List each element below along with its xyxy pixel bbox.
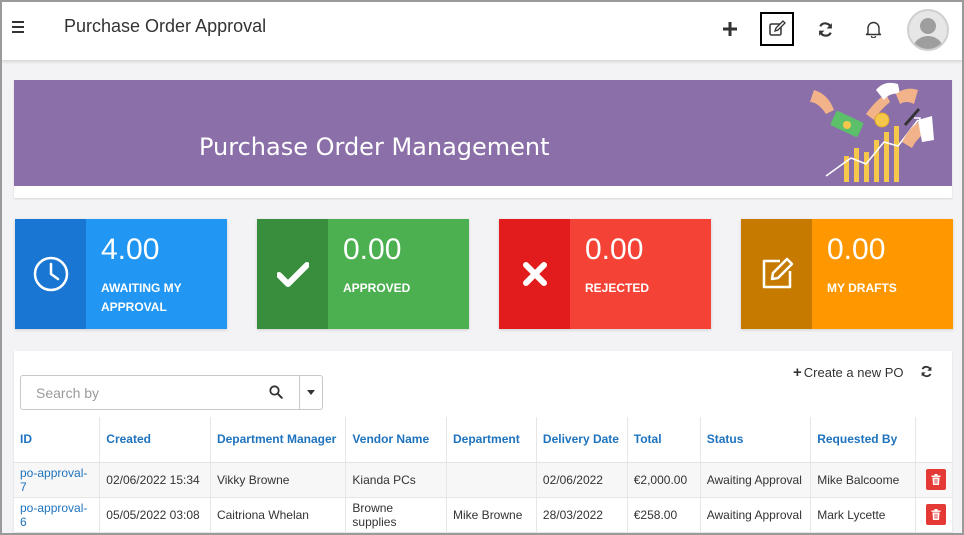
person-icon: [913, 18, 943, 49]
page-title: Purchase Order Approval: [64, 16, 267, 36]
table-row[interactable]: po-approval-6 05/05/2022 03:08 Caitriona…: [14, 497, 952, 533]
banner-card: Purchase Order Management: [14, 80, 952, 198]
stat-body: 4.00 AWAITING MY APPROVAL: [86, 219, 227, 329]
cell-department-manager: Vikky Browne: [210, 462, 347, 498]
cell-requested-by: Mark Lycette: [810, 497, 916, 533]
cell-id[interactable]: po-approval-7: [14, 462, 101, 498]
stat-my-drafts[interactable]: 0.00 MY DRAFTS: [741, 219, 953, 329]
search-filter-dropdown[interactable]: [300, 375, 323, 410]
stat-body: 0.00 MY DRAFTS: [812, 219, 953, 329]
po-table: ID Created Department Manager Vendor Nam…: [14, 417, 952, 533]
refresh-button[interactable]: [808, 12, 842, 46]
trash-icon: [931, 509, 941, 520]
cell-delivery-date: 28/03/2022: [536, 497, 628, 533]
col-header-delivery-date[interactable]: Delivery Date: [536, 417, 628, 463]
stat-icon-bg: [499, 219, 570, 329]
refresh-icon: [818, 21, 832, 37]
cell-id[interactable]: po-approval-6: [14, 497, 101, 533]
refresh-icon[interactable]: [920, 365, 933, 378]
user-avatar[interactable]: [907, 9, 949, 51]
cell-requested-by: Mike Balcoome: [810, 462, 916, 498]
col-header-status[interactable]: Status: [700, 417, 812, 463]
cell-total: €258.00: [627, 497, 701, 533]
col-header-created[interactable]: Created: [99, 417, 211, 463]
cell-actions: [915, 497, 952, 533]
bell-icon: [865, 21, 881, 38]
banner-title: Purchase Order Management: [199, 133, 550, 161]
cell-total: €2,000.00: [627, 462, 701, 498]
stat-body: 0.00 REJECTED: [570, 219, 711, 329]
check-icon: [276, 262, 309, 287]
col-header-department[interactable]: Department: [446, 417, 537, 463]
search-input[interactable]: [36, 377, 266, 408]
cell-delivery-date: 02/06/2022: [536, 462, 628, 498]
cell-created: 02/06/2022 15:34: [99, 462, 211, 498]
stat-icon-bg: [257, 219, 328, 329]
table-header-row: ID Created Department Manager Vendor Nam…: [14, 417, 952, 463]
table-row[interactable]: po-approval-7 02/06/2022 15:34 Vikky Bro…: [14, 462, 952, 498]
col-header-department-manager[interactable]: Department Manager: [210, 417, 347, 463]
po-list-panel: + Create a new PO ID Created Department …: [14, 351, 952, 535]
edit-button[interactable]: [760, 12, 794, 46]
col-header-actions: [915, 417, 952, 463]
stat-label: AWAITING MY APPROVAL: [101, 281, 182, 314]
delete-button[interactable]: [926, 504, 946, 525]
add-button[interactable]: [713, 12, 747, 46]
notifications-button[interactable]: [856, 12, 890, 46]
clock-icon: [33, 256, 68, 292]
stat-approved[interactable]: 0.00 APPROVED: [257, 219, 469, 329]
stat-awaiting-approval[interactable]: 4.00 AWAITING MY APPROVAL: [15, 219, 227, 329]
cell-vendor-name: Kianda PCs: [345, 462, 448, 498]
col-header-requested-by[interactable]: Requested By: [810, 417, 916, 463]
cell-department-manager: Caitriona Whelan: [210, 497, 347, 533]
stat-value: 0.00: [343, 233, 402, 266]
create-po-label: Create a new PO: [803, 365, 904, 380]
col-header-id[interactable]: ID: [14, 417, 101, 463]
caret-down-icon: [307, 390, 315, 395]
cell-created: 05/05/2022 03:08: [99, 497, 211, 533]
plus-icon: [723, 22, 737, 36]
cell-status: Awaiting Approval: [700, 462, 812, 498]
col-header-total[interactable]: Total: [627, 417, 701, 463]
col-header-vendor-name[interactable]: Vendor Name: [345, 417, 448, 463]
menu-icon[interactable]: [12, 21, 24, 33]
stat-icon-bg: [741, 219, 812, 329]
stat-label: APPROVED: [343, 281, 411, 295]
cell-actions: [915, 462, 952, 498]
search-box: [20, 375, 300, 410]
cell-status: Awaiting Approval: [700, 497, 812, 533]
cell-department: [446, 462, 537, 498]
stat-value: 0.00: [585, 233, 644, 266]
create-po-button[interactable]: + Create a new PO: [793, 364, 903, 381]
stat-value: 4.00: [101, 233, 160, 266]
stat-label: REJECTED: [585, 281, 650, 295]
delete-button[interactable]: [926, 469, 946, 490]
stat-icon-bg: [15, 219, 86, 329]
stat-rejected[interactable]: 0.00 REJECTED: [499, 219, 711, 329]
edit-square-icon: [762, 257, 793, 289]
x-icon: [522, 262, 547, 286]
cell-vendor-name: Browne supplies: [345, 497, 448, 533]
trash-icon: [931, 474, 941, 485]
stat-value: 0.00: [827, 233, 886, 266]
stat-body: 0.00 APPROVED: [328, 219, 469, 329]
plus-icon: +: [793, 364, 802, 381]
search-icon[interactable]: [269, 385, 283, 399]
cell-department: Mike Browne: [446, 497, 537, 533]
finance-illustration: [810, 82, 934, 182]
banner: Purchase Order Management: [14, 80, 952, 186]
app-header: Purchase Order Approval: [2, 2, 962, 61]
stat-label: MY DRAFTS: [827, 281, 897, 295]
edit-icon: [769, 20, 786, 36]
